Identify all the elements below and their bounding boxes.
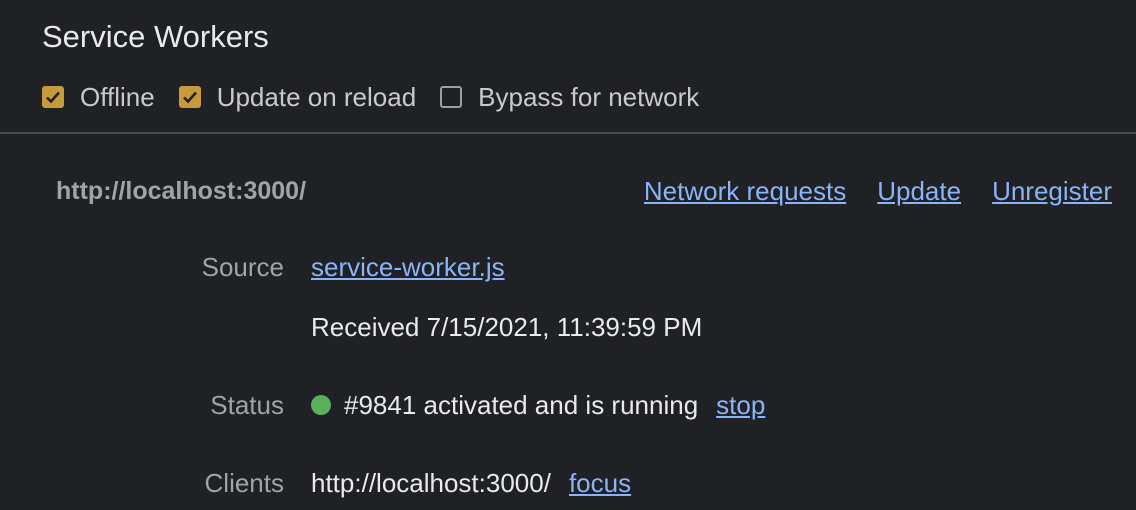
stop-link[interactable]: stop <box>716 386 765 424</box>
worker-actions: Network requests Update Unregister <box>613 172 1112 210</box>
status-dot-icon <box>311 395 331 415</box>
status-label: Status <box>210 390 284 420</box>
update-on-reload-option[interactable]: Update on reload <box>178 78 417 116</box>
clients-label: Clients <box>204 468 284 498</box>
service-workers-panel: Service Workers Offline Update on reload… <box>0 0 1136 510</box>
source-label: Source <box>201 252 284 282</box>
focus-link[interactable]: focus <box>569 464 631 502</box>
unregister-link[interactable]: Unregister <box>992 172 1112 210</box>
received-row: Received 7/15/2021, 11:39:59 PM <box>311 308 702 346</box>
offline-label: Offline <box>80 82 155 112</box>
checkmark-icon <box>182 91 197 104</box>
options-bar: Offline Update on reload Bypass for netw… <box>42 78 723 116</box>
source-value: service-worker.js <box>311 248 505 286</box>
bypass-for-network-label: Bypass for network <box>478 82 700 112</box>
update-on-reload-checkbox[interactable] <box>178 86 201 108</box>
update-link[interactable]: Update <box>877 172 961 210</box>
clients-value: http://localhost:3000/ focus <box>311 464 631 502</box>
update-on-reload-label: Update on reload <box>216 82 417 112</box>
network-requests-link[interactable]: Network requests <box>644 172 846 210</box>
source-file-link[interactable]: service-worker.js <box>311 248 505 286</box>
bypass-for-network-option[interactable]: Bypass for network <box>440 78 699 116</box>
received-timestamp: Received 7/15/2021, 11:39:59 PM <box>311 312 703 342</box>
offline-option[interactable]: Offline <box>42 78 155 116</box>
status-value: #9841 activated and is running stop <box>311 386 765 424</box>
divider <box>0 132 1136 134</box>
section-title: Service Workers <box>42 19 269 54</box>
worker-origin: http://localhost:3000/ <box>56 177 307 205</box>
checkmark-icon <box>46 91 60 104</box>
bypass-for-network-checkbox[interactable] <box>440 86 463 108</box>
status-text: #9841 activated and is running <box>344 390 699 420</box>
client-url: http://localhost:3000/ <box>311 468 551 498</box>
offline-checkbox[interactable] <box>42 86 64 108</box>
